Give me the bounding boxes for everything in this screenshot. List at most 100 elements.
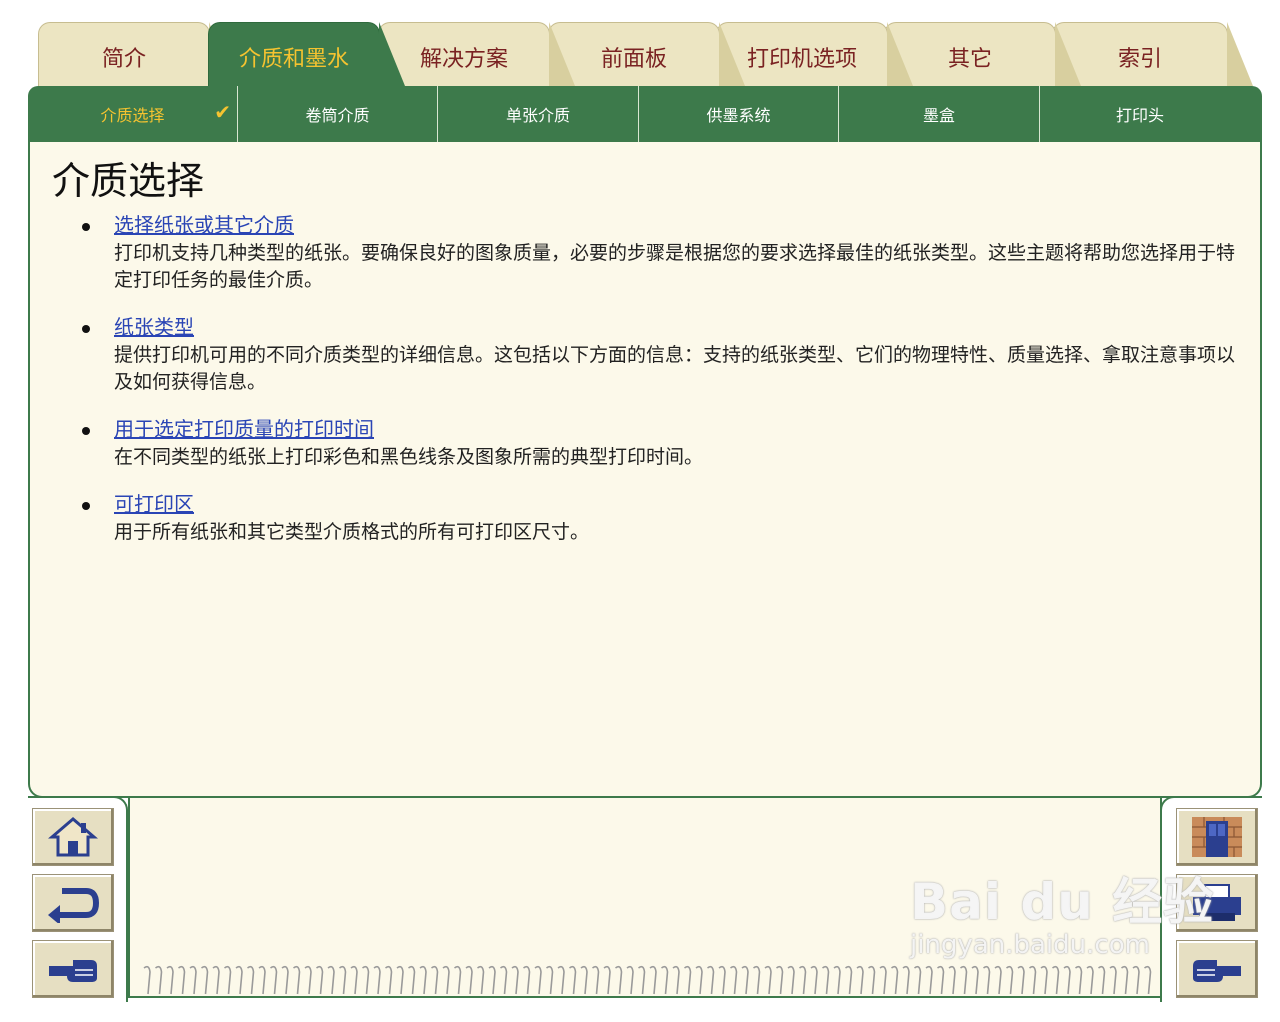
spiral-coil <box>1075 965 1083 995</box>
spiral-coil <box>1121 965 1129 995</box>
subtab-cartridges[interactable]: 墨盒 <box>839 86 1040 142</box>
spiral-coil <box>891 965 899 995</box>
page-title: 介质选择 <box>52 159 205 203</box>
tab-media-ink[interactable]: 介质和墨水 <box>208 22 405 86</box>
tab-intro[interactable]: 简介 <box>38 22 235 86</box>
spiral-coil <box>166 965 174 995</box>
checkmark-icon: ✔ <box>214 100 231 124</box>
spiral-coil <box>396 965 404 995</box>
list-item: 可打印区 用于所有纸张和其它类型介质格式的所有可打印区尺寸。 <box>80 489 1240 546</box>
spiral-coil <box>753 965 761 995</box>
spiral-coil <box>845 965 853 995</box>
spiral-coil <box>431 965 439 995</box>
spiral-coil <box>868 965 876 995</box>
spiral-coil <box>879 965 887 995</box>
spiral-coil <box>316 965 324 995</box>
spiral-coil <box>247 965 255 995</box>
tab-label: 索引 <box>1117 47 1162 72</box>
spiral-coil <box>224 965 232 995</box>
spiral-coil <box>718 965 726 995</box>
tab-label: 前面板 <box>600 47 667 72</box>
topic-description: 在不同类型的纸张上打印彩色和黑色线条及图象所需的典型打印时间。 <box>114 446 704 468</box>
spiral-coil <box>833 965 841 995</box>
spiral-coil <box>822 965 830 995</box>
spiral-coil <box>937 965 945 995</box>
spiral-coil <box>730 965 738 995</box>
subtab-roll-media[interactable]: 卷筒介质 <box>238 86 438 142</box>
spiral-coil <box>1144 965 1152 995</box>
spiral-coil <box>511 965 519 995</box>
subtab-bar: 介质选择 ✔ 卷筒介质 单张介质 供墨系统 墨盒 打印头 <box>28 86 1262 142</box>
spiral-coil <box>902 965 910 995</box>
spiral-coil <box>672 965 680 995</box>
spiral-coil <box>603 965 611 995</box>
topic-link-paper-types[interactable]: 纸张类型 <box>114 315 194 339</box>
exit-button[interactable] <box>1176 808 1258 866</box>
spiral-coil <box>626 965 634 995</box>
spiral-coil <box>281 965 289 995</box>
topic-link-choose-paper[interactable]: 选择纸张或其它介质 <box>114 213 294 237</box>
subtab-printheads[interactable]: 打印头 <box>1040 86 1240 142</box>
spiral-coil <box>143 965 151 995</box>
subtab-label: 介质选择 <box>100 106 165 125</box>
spiral-coil <box>1040 965 1048 995</box>
spiral-coil <box>488 965 496 995</box>
subtab-media-selection[interactable]: 介质选择 ✔ <box>28 86 238 142</box>
spiral-coil <box>477 965 485 995</box>
spiral-coil <box>155 965 163 995</box>
previous-hand-icon <box>49 960 97 982</box>
topic-link-print-times[interactable]: 用于选定打印质量的打印时间 <box>114 417 374 441</box>
spiral-coil <box>925 965 933 995</box>
subtab-label: 供墨系统 <box>706 106 771 125</box>
spiral-coil <box>569 965 577 995</box>
spiral-coil <box>615 965 623 995</box>
spiral-coil <box>442 965 450 995</box>
spiral-coil <box>419 965 427 995</box>
subtab-label: 打印头 <box>1115 106 1164 125</box>
topic-link-printable-area[interactable]: 可打印区 <box>114 492 194 516</box>
spiral-coil <box>385 965 393 995</box>
previous-page-button[interactable] <box>32 940 114 998</box>
spiral-binding <box>143 965 1152 995</box>
spiral-coil <box>810 965 818 995</box>
spiral-coil <box>1063 965 1071 995</box>
spiral-coil <box>212 965 220 995</box>
list-item: 纸张类型 提供打印机可用的不同介质类型的详细信息。这包括以下方面的信息：支持的纸… <box>80 312 1240 396</box>
spiral-coil <box>270 965 278 995</box>
topic-description: 打印机支持几种类型的纸张。要确保良好的图象质量，必要的步骤是根据您的要求选择最佳… <box>114 242 1236 291</box>
spiral-coil <box>304 965 312 995</box>
back-arrow-icon <box>48 888 100 923</box>
spiral-coil <box>684 965 692 995</box>
door-icon <box>1192 817 1242 857</box>
spiral-coil <box>1098 965 1106 995</box>
spiral-coil <box>994 965 1002 995</box>
spiral-coil <box>534 965 542 995</box>
spiral-coil <box>557 965 565 995</box>
topic-description: 用于所有纸张和其它类型介质格式的所有可打印区尺寸。 <box>114 521 590 543</box>
tab-label: 介质和墨水 <box>238 47 349 72</box>
home-icon <box>48 817 98 857</box>
home-button[interactable] <box>32 808 114 866</box>
spiral-coil <box>1132 965 1140 995</box>
list-item: 选择纸张或其它介质 打印机支持几种类型的纸张。要确保良好的图象质量，必要的步骤是… <box>80 210 1240 294</box>
spiral-coil <box>1017 965 1025 995</box>
spiral-coil <box>580 965 588 995</box>
spiral-coil <box>787 965 795 995</box>
spiral-coil <box>914 965 922 995</box>
spiral-coil <box>1006 965 1014 995</box>
back-button[interactable] <box>32 874 114 932</box>
watermark-url: jingyan.baidu.com <box>910 930 1150 960</box>
subtab-ink-system[interactable]: 供墨系统 <box>639 86 839 142</box>
watermark-logo: Bai du 经验 <box>910 873 1215 931</box>
subtab-label: 卷筒介质 <box>305 106 370 125</box>
spiral-coil <box>638 965 646 995</box>
spiral-coil <box>408 965 416 995</box>
topic-description: 提供打印机可用的不同介质类型的详细信息。这包括以下方面的信息：支持的纸张类型、它… <box>114 344 1236 393</box>
spiral-coil <box>799 965 807 995</box>
tab-label: 解决方案 <box>419 47 508 72</box>
spiral-coil <box>960 965 968 995</box>
subtab-label: 单张介质 <box>505 106 570 125</box>
subtab-sheet-media[interactable]: 单张介质 <box>438 86 639 142</box>
spiral-coil <box>201 965 209 995</box>
subtab-label: 墨盒 <box>922 106 955 125</box>
